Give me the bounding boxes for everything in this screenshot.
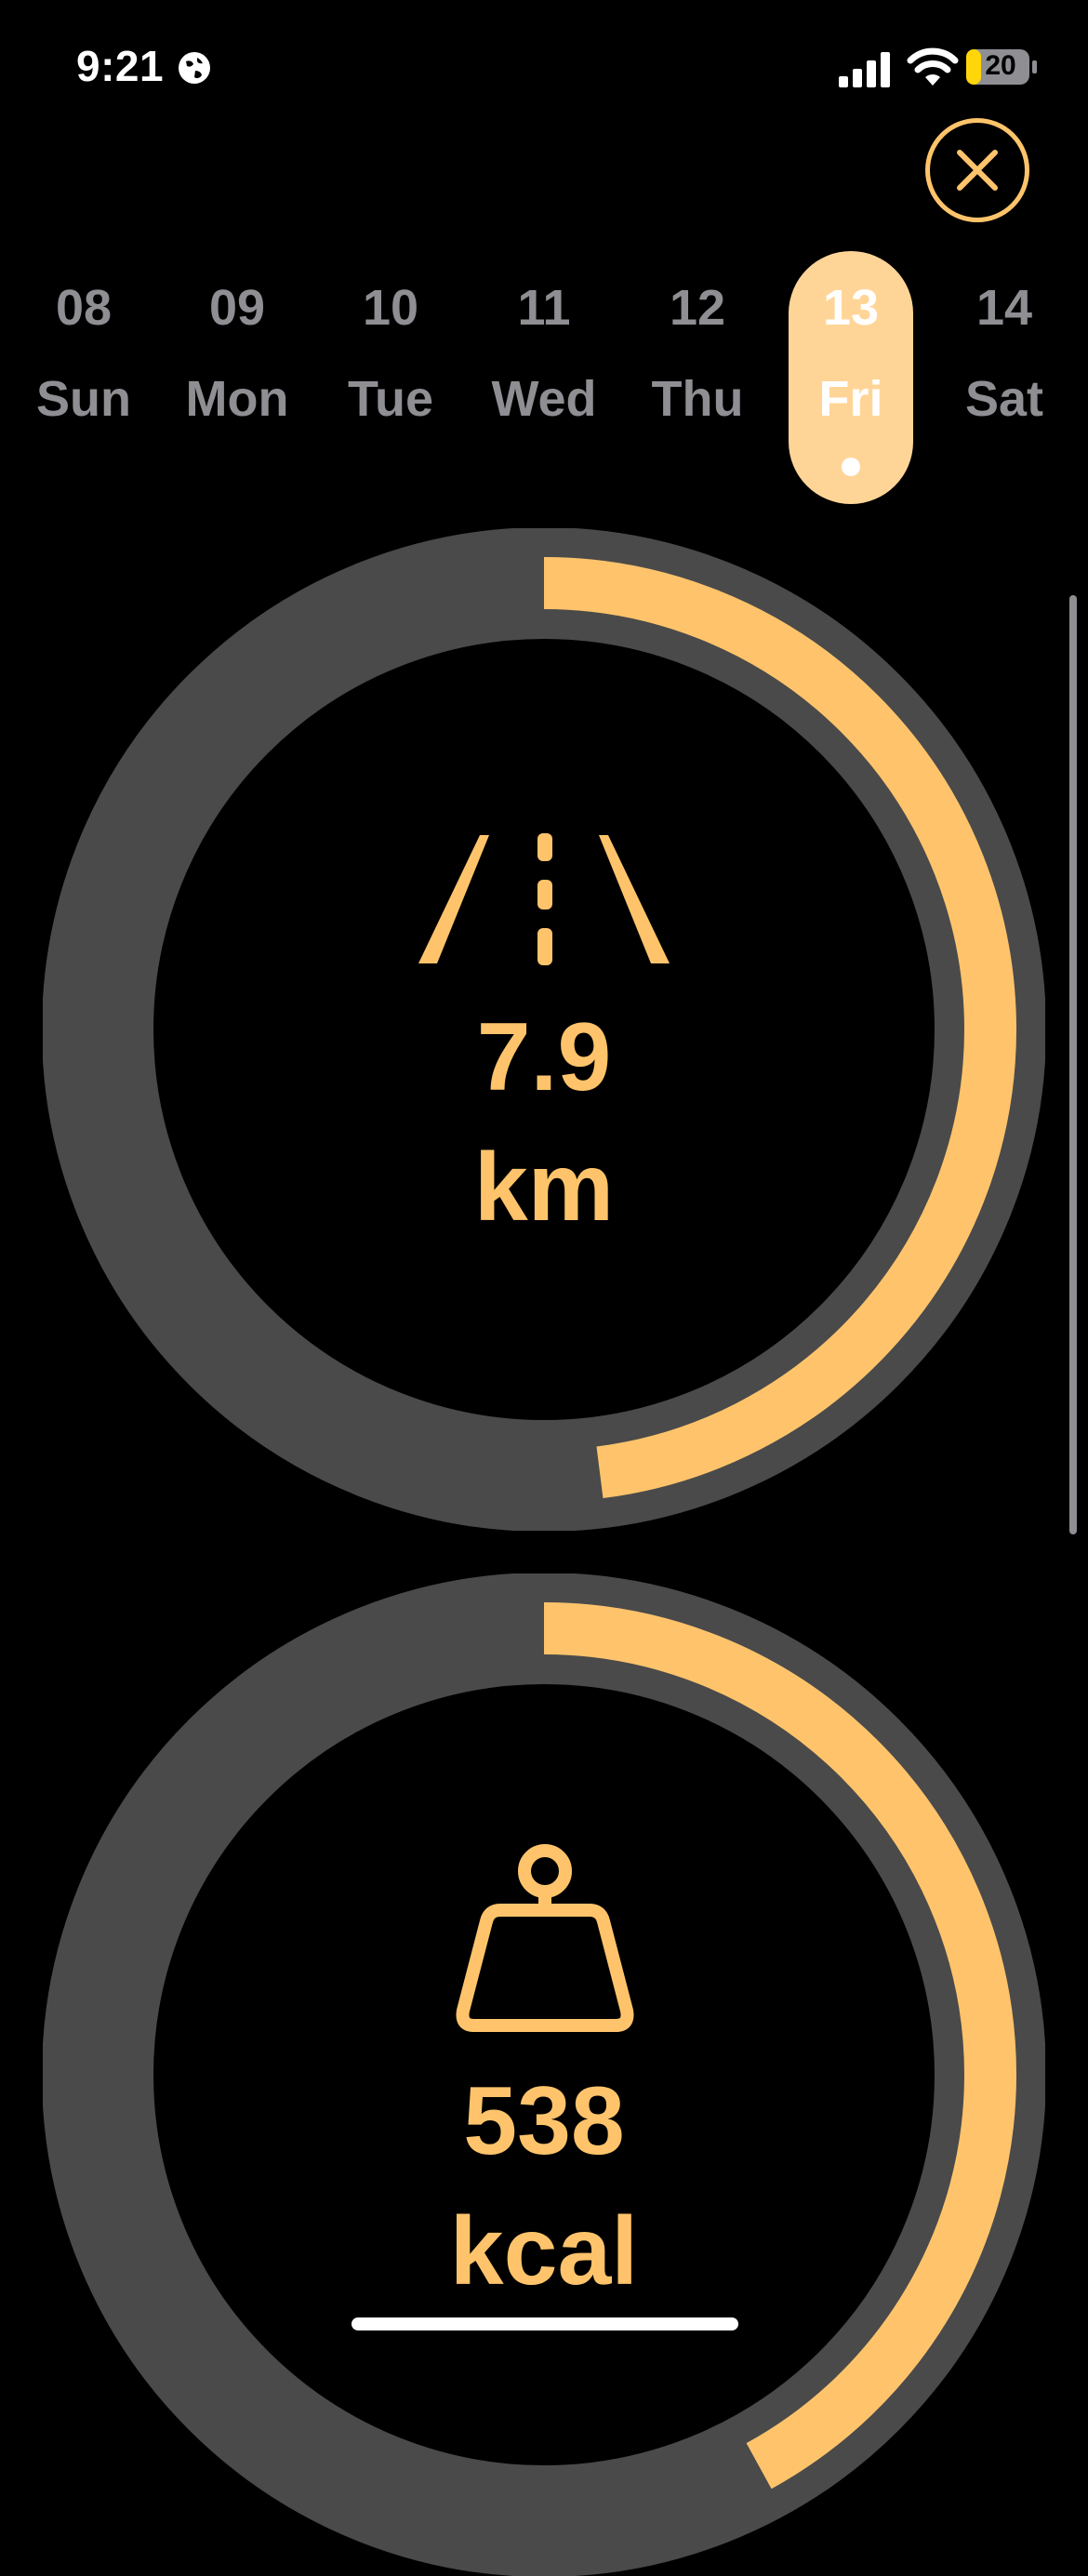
distance-value: 7.9 [476, 1003, 612, 1111]
day-mon[interactable]: 09 Mon [175, 251, 299, 504]
day-name: Mon [185, 371, 289, 427]
wifi-icon [907, 47, 959, 86]
day-name: Tue [348, 371, 433, 427]
cellular-signal-icon [839, 52, 890, 87]
day-wed[interactable]: 11 Wed [482, 251, 606, 504]
distance-unit: km [473, 1134, 615, 1242]
day-name: Fri [818, 371, 883, 427]
day-number: 12 [669, 280, 726, 336]
day-tue[interactable]: 10 Tue [328, 251, 453, 504]
day-number: 11 [517, 280, 571, 336]
day-number: 10 [362, 280, 419, 336]
day-number: 14 [975, 280, 1033, 336]
today-dot [842, 458, 860, 476]
day-name: Wed [491, 371, 597, 427]
road-icon [418, 833, 670, 965]
calories-unit: kcal [449, 2198, 639, 2305]
close-icon [957, 150, 998, 191]
status-bar: 9:21 20 [0, 0, 1088, 139]
day-picker: 08 Sun 09 Mon 10 Tue 11 Wed 12 Thu 13 Fr… [0, 251, 1088, 511]
distance-ring: 7.9 km [43, 528, 1045, 1531]
close-button[interactable] [925, 118, 1029, 222]
day-thu[interactable]: 12 Thu [635, 251, 760, 504]
calories-value: 538 [463, 2067, 625, 2175]
day-sat[interactable]: 14 Sat [942, 251, 1067, 504]
day-sun[interactable]: 08 Sun [21, 251, 146, 504]
weight-icon [456, 1844, 634, 2032]
status-time: 9:21 [76, 42, 165, 90]
day-number: 08 [55, 280, 113, 336]
day-name: Sun [36, 371, 131, 427]
day-fri[interactable]: 13 Fri [789, 251, 913, 504]
day-name: Sat [964, 371, 1044, 427]
calories-ring: 538 kcal [43, 1573, 1045, 2576]
day-name: Thu [651, 371, 744, 427]
scrollbar[interactable] [1069, 595, 1077, 1534]
home-indicator[interactable] [352, 2317, 738, 2330]
day-number: 09 [208, 280, 266, 336]
battery-level: 20 [985, 50, 1016, 81]
day-number: 13 [822, 280, 880, 336]
globe-icon [179, 52, 210, 84]
